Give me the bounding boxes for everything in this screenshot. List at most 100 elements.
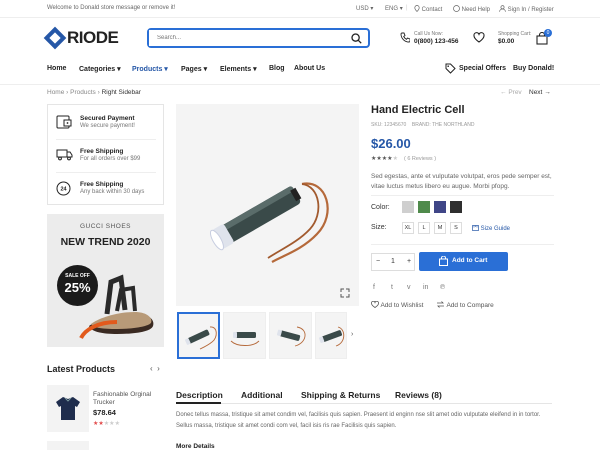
nav-pages[interactable]: Pages ▾ xyxy=(181,65,207,73)
tab-description[interactable]: Description xyxy=(176,390,223,400)
language-label: ENG xyxy=(385,6,399,12)
language-select[interactable]: ENG ▾ xyxy=(385,5,403,12)
chevron-right-icon[interactable]: › xyxy=(351,331,353,338)
nav-categories[interactable]: Categories ▾ xyxy=(79,65,121,73)
logo[interactable]: RIODE xyxy=(43,26,119,50)
nav-elements-label: Elements xyxy=(220,66,252,73)
currency-select[interactable]: USD ▾ xyxy=(356,5,373,12)
divider xyxy=(56,172,156,173)
reviews-link[interactable]: ( 6 Reviews ) xyxy=(404,156,436,162)
product-thumbnail[interactable] xyxy=(269,312,312,359)
pinterest-icon[interactable]: ℗ xyxy=(440,284,445,291)
help-label: Need Help xyxy=(461,7,491,13)
breadcrumb-home[interactable]: Home xyxy=(47,89,64,96)
vimeo-icon[interactable]: v xyxy=(407,284,411,291)
arrow-left-icon: ← xyxy=(500,89,507,96)
search-icon[interactable] xyxy=(351,33,362,44)
promo-banner[interactable]: GUCCI SHOES NEW TREND 2020 SALE OFF 25% xyxy=(47,214,164,347)
divider xyxy=(371,195,554,196)
location-pin-icon xyxy=(414,5,420,12)
phone-icon xyxy=(400,32,410,43)
feature-title: Secured Payment xyxy=(80,115,135,122)
color-swatch[interactable] xyxy=(402,201,414,213)
latest-product-image[interactable] xyxy=(47,385,89,432)
chevron-right-icon[interactable]: › xyxy=(157,364,160,373)
size-guide-label: Size Guide xyxy=(480,226,511,232)
add-to-cart-button[interactable]: Add to Cart xyxy=(419,252,508,271)
sale-badge: SALE OFF 25% xyxy=(57,265,98,306)
latest-product-image[interactable] xyxy=(47,441,89,450)
tab-additional[interactable]: Additional xyxy=(241,390,283,400)
add-to-compare-link[interactable]: Add to Compare xyxy=(436,301,494,309)
color-swatch[interactable] xyxy=(418,201,430,213)
breadcrumb-products[interactable]: Products xyxy=(70,89,96,96)
nav-about-us[interactable]: About Us xyxy=(294,65,325,72)
sale-value: 25% xyxy=(64,280,91,295)
quantity-stepper: − 1 + xyxy=(371,253,415,271)
linkedin-icon[interactable]: in xyxy=(423,284,428,291)
help-circle-icon xyxy=(453,5,460,12)
prev-link[interactable]: ← Prev xyxy=(500,89,522,96)
product-description: Sed egestas, ante et vulputate volutpat,… xyxy=(371,173,552,190)
tab-shipping-returns[interactable]: Shipping & Returns xyxy=(301,390,380,400)
product-thumbnail[interactable] xyxy=(223,312,266,359)
product-sku: SKU: 12345670 BRAND: THE NORTHLAND xyxy=(371,122,474,128)
star-icon: ★ xyxy=(114,421,120,427)
search-input[interactable] xyxy=(149,30,339,46)
nav-blog[interactable]: Blog xyxy=(269,65,285,72)
latest-nav: ‹ › xyxy=(150,364,160,373)
contact-label: Contact xyxy=(421,7,443,13)
product-price: $26.00 xyxy=(371,136,411,151)
quantity-value[interactable]: 1 xyxy=(391,258,395,265)
truck-icon xyxy=(56,149,73,161)
nav-products[interactable]: Products ▾ xyxy=(132,65,168,73)
signin-label: Sign In / Register xyxy=(507,7,554,13)
product-thumbnail[interactable] xyxy=(177,312,220,359)
contact-link[interactable]: Contact xyxy=(414,5,442,13)
minus-button[interactable]: − xyxy=(376,258,380,265)
shopping-bag-icon xyxy=(439,256,448,266)
banner-brand: GUCCI SHOES xyxy=(79,223,131,230)
signin-link[interactable]: Sign In / Register xyxy=(499,5,554,13)
special-offers-link[interactable]: Special Offers xyxy=(459,65,506,72)
divider xyxy=(176,403,552,404)
chevron-down-icon: ▾ xyxy=(203,66,208,73)
twitter-icon[interactable]: t xyxy=(391,284,393,291)
svg-text:24: 24 xyxy=(60,187,67,193)
chevron-left-icon[interactable]: ‹ xyxy=(150,364,153,373)
next-link[interactable]: Next → xyxy=(529,89,551,96)
size-option-xl[interactable]: XL xyxy=(402,222,414,234)
chevron-down-icon: ▾ xyxy=(117,66,121,73)
color-swatch[interactable] xyxy=(434,201,446,213)
flashlight-thumb xyxy=(230,332,260,346)
buy-link[interactable]: Buy Donald! xyxy=(513,65,554,72)
help-link[interactable]: Need Help xyxy=(453,5,490,13)
star-icon: ★ xyxy=(392,156,398,162)
add-to-wishlist-link[interactable]: Add to Wishlist xyxy=(371,300,423,309)
banner-headline: NEW TREND 2020 xyxy=(60,236,151,248)
search-box xyxy=(147,28,370,48)
feature-subtitle: We secure payment! xyxy=(80,123,135,129)
size-option-s[interactable]: S xyxy=(450,222,462,234)
size-option-l[interactable]: L xyxy=(418,222,430,234)
nav-elements[interactable]: Elements ▾ xyxy=(220,65,257,73)
call-label: Call Us Now: xyxy=(414,31,443,37)
tab-reviews[interactable]: Reviews (8) xyxy=(395,390,442,400)
size-option-m[interactable]: M xyxy=(434,222,446,234)
expand-icon[interactable] xyxy=(340,288,350,298)
nav-products-label: Products xyxy=(132,66,163,73)
product-thumbnail[interactable] xyxy=(315,312,347,359)
chevron-down-icon: ▾ xyxy=(253,66,257,73)
facebook-icon[interactable]: f xyxy=(373,284,375,291)
size-label: Size: xyxy=(371,224,387,231)
color-swatch[interactable] xyxy=(450,201,462,213)
latest-product-name[interactable]: Fashionable Orginal Trucker xyxy=(93,391,163,407)
plus-button[interactable]: + xyxy=(407,258,411,265)
product-main-image[interactable] xyxy=(176,104,359,306)
color-label: Color: xyxy=(371,204,390,211)
features-box: Secured Payment We secure payment! Free … xyxy=(47,104,164,205)
heart-icon[interactable] xyxy=(473,32,485,43)
nav-home[interactable]: Home xyxy=(47,65,66,72)
more-details-heading: More Details xyxy=(176,443,215,450)
size-guide-link[interactable]: Size Guide xyxy=(472,225,510,232)
